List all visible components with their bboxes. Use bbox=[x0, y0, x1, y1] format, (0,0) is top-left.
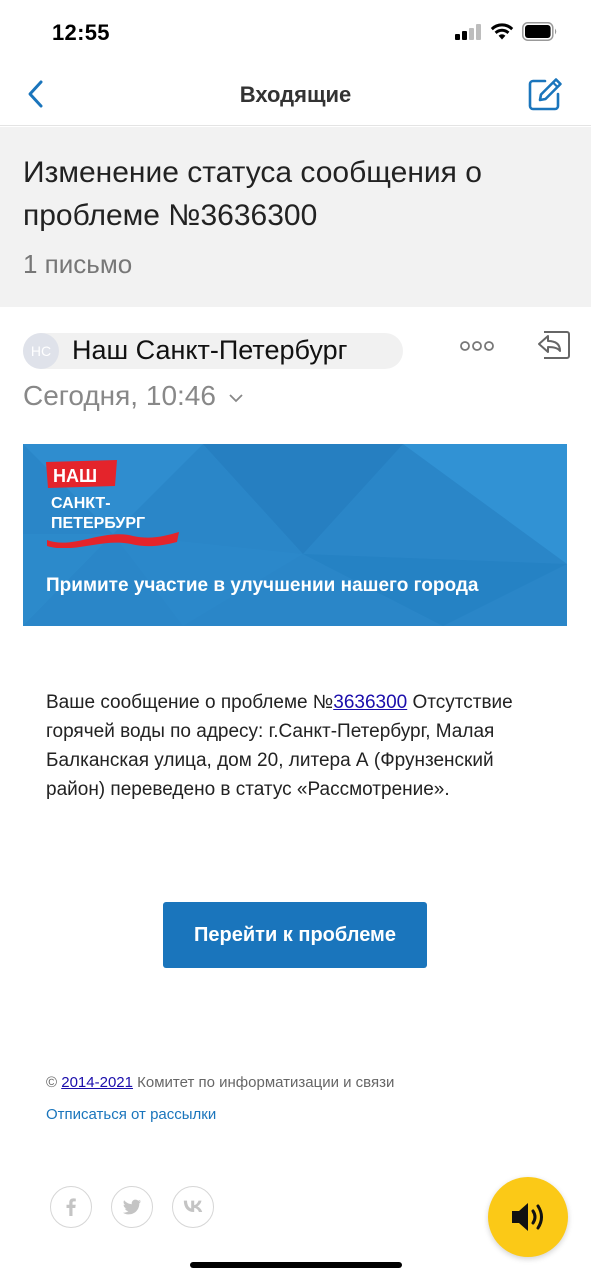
twitter-button[interactable] bbox=[111, 1186, 153, 1228]
vk-icon bbox=[183, 1200, 203, 1212]
status-time: 12:55 bbox=[52, 20, 110, 45]
message-date[interactable]: Сегодня, 10:46 bbox=[23, 380, 244, 412]
years-link[interactable]: 2014-2021 bbox=[61, 1074, 133, 1091]
logo-line-2: САНКТ- bbox=[51, 495, 111, 512]
thread-message-count: 1 письмо bbox=[23, 249, 133, 279]
reply-icon[interactable] bbox=[537, 329, 571, 361]
home-indicator bbox=[190, 1262, 402, 1268]
chevron-down-icon bbox=[229, 393, 243, 402]
twitter-icon bbox=[122, 1199, 141, 1215]
nav-bar: Входящие bbox=[0, 62, 591, 126]
cellular-signal-icon bbox=[455, 24, 483, 40]
footer-org: Комитет по информатизации и связи bbox=[137, 1074, 395, 1091]
facebook-button[interactable] bbox=[50, 1186, 92, 1228]
nav-title: Входящие bbox=[239, 82, 352, 107]
status-bar: 12:55 bbox=[0, 0, 591, 62]
thread-header: Изменение статуса сообщения о проблеме №… bbox=[0, 127, 591, 307]
sender-avatar: НС bbox=[23, 333, 59, 369]
more-dots-icon[interactable] bbox=[460, 340, 494, 352]
nash-spb-logo: НАШ САНКТ- ПЕТЕРБУРГ bbox=[46, 460, 179, 548]
unsubscribe-link[interactable]: Отписаться от рассылки bbox=[46, 1106, 216, 1123]
battery-icon bbox=[522, 22, 557, 41]
footer-copyright: © 2014-2021 Комитет по информатизации и … bbox=[46, 1074, 394, 1091]
compose-icon[interactable] bbox=[526, 76, 564, 112]
problem-number-link[interactable]: 3636300 bbox=[333, 692, 407, 713]
sender-chip[interactable]: НС Наш Санкт-Петербург bbox=[23, 333, 403, 369]
vk-button[interactable] bbox=[172, 1186, 214, 1228]
message-date-text: Сегодня, 10:46 bbox=[23, 380, 216, 411]
wifi-icon bbox=[490, 23, 514, 40]
thread-subject: Изменение статуса сообщения о проблеме №… bbox=[23, 156, 482, 232]
message-body: Ваше сообщение о проблеме №3636300 Отсут… bbox=[46, 688, 516, 804]
read-aloud-button[interactable] bbox=[488, 1177, 568, 1257]
logo-line-1: НАШ bbox=[53, 466, 97, 486]
message-prefix: Ваше сообщение о проблеме № bbox=[46, 692, 334, 713]
promo-banner: НАШ САНКТ- ПЕТЕРБУРГ Примите участие в у… bbox=[23, 444, 567, 626]
copyright-symbol: © bbox=[46, 1074, 58, 1091]
sender-name: Наш Санкт-Петербург bbox=[72, 335, 348, 365]
banner-text: Примите участие в улучшении нашего город… bbox=[46, 575, 479, 596]
logo-line-3: ПЕТЕРБУРГ bbox=[51, 515, 145, 532]
go-to-problem-button[interactable]: Перейти к проблеме bbox=[163, 902, 427, 968]
speaker-icon bbox=[512, 1203, 543, 1231]
facebook-icon bbox=[66, 1198, 76, 1216]
